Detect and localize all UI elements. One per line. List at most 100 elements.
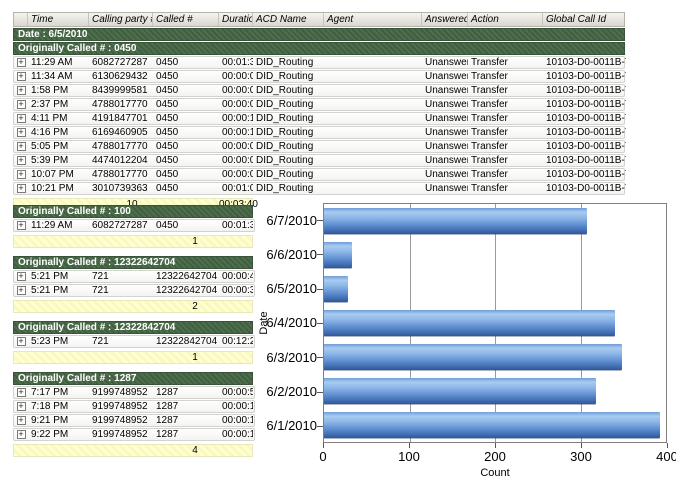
table-row[interactable]: + 4:16 PM 6169460905 0450 00:00:11 DID_R… <box>13 126 625 139</box>
table-row[interactable]: + 5:21 PM 721 12322642704 00:00:43 <box>13 270 255 283</box>
bar-6/6/2010[interactable] <box>324 242 352 268</box>
table-row[interactable]: + 5:05 PM 4788017770 0450 00:00:07 DID_R… <box>13 140 625 153</box>
chart-bars <box>324 204 666 442</box>
cell-duration: 00:00:14 <box>219 415 253 426</box>
cell-duration: 00:00:50 <box>219 387 253 398</box>
cell-acd-name: DID_Routing <box>253 57 324 68</box>
table-row[interactable]: + 9:21 PM 9199748952 1287 00:00:14 <box>13 414 255 427</box>
cell-time: 5:05 PM <box>28 141 89 152</box>
cell-agent <box>324 141 422 152</box>
cell-calling-party: 4474012204 <box>89 155 153 166</box>
cell-action: Transfer <box>468 85 543 96</box>
cell-duration: 00:00:11 <box>219 127 253 138</box>
group-summary-row: 2 <box>13 300 253 313</box>
column-header-duration[interactable]: Duration <box>219 13 253 26</box>
expand-row-icon[interactable]: + <box>17 156 26 165</box>
cell-time: 11:29 AM <box>28 57 89 68</box>
group-summary-row: 4 <box>13 444 253 457</box>
table-row[interactable]: + 10:07 PM 4788017770 0450 00:00:06 DID_… <box>13 168 625 181</box>
expand-row-icon[interactable]: + <box>17 72 26 81</box>
column-header-acd-name[interactable]: ACD Name <box>253 13 324 26</box>
expand-row-icon[interactable]: + <box>17 114 26 123</box>
cell-global-call-id: 10103-D0-0011B-77E <box>543 169 626 180</box>
cell-answered: Unanswered <box>422 155 468 166</box>
table-row[interactable]: + 9:22 PM 9199748952 1287 00:00:11 <box>13 428 255 441</box>
column-header-global-call-id[interactable]: Global Call Id <box>543 13 626 26</box>
originally-called-banner: Originally Called # : 12322842704 <box>13 321 253 334</box>
table-row[interactable]: + 5:21 PM 721 12322642704 00:00:34 <box>13 284 255 297</box>
bar-6/3/2010[interactable] <box>324 344 622 370</box>
table-row[interactable]: + 11:29 AM 6082727287 0450 00:01:35 DID_… <box>13 56 625 69</box>
expand-row-icon[interactable]: + <box>17 402 26 411</box>
cell-agent <box>324 155 422 166</box>
table-row[interactable]: + 7:18 PM 9199748952 1287 00:00:12 <box>13 400 255 413</box>
cell-acd-name: DID_Routing <box>253 113 324 124</box>
table-row[interactable]: + 5:23 PM 721 12322842704 00:12:23 <box>13 335 255 348</box>
cell-action: Transfer <box>468 113 543 124</box>
table-row[interactable]: + 11:34 AM 6130629432 0450 00:00:09 DID_… <box>13 70 625 83</box>
originally-called-banner: Originally Called # : 1287 <box>13 372 253 385</box>
table-row[interactable]: + 11:29 AM 6082727287 0450 00:01:35 <box>13 219 255 232</box>
table-row[interactable]: + 1:58 PM 8439999581 0450 00:00:05 DID_R… <box>13 84 625 97</box>
bar-6/1/2010[interactable] <box>324 412 660 438</box>
cell-called: 0450 <box>153 141 219 152</box>
cell-agent <box>324 85 422 96</box>
bar-6/2/2010[interactable] <box>324 378 596 404</box>
column-header-agent[interactable]: Agent <box>324 13 422 26</box>
expand-row-icon[interactable]: + <box>17 170 26 179</box>
chart-category-labels: 6/7/20106/6/20106/5/20106/4/20106/3/2010… <box>253 203 317 443</box>
cell-called: 0450 <box>153 183 219 194</box>
column-header-action[interactable]: Action <box>468 13 543 26</box>
cell-duration: 00:00:34 <box>219 285 253 296</box>
chart-x-axis-title: Count <box>323 467 667 479</box>
cell-called: 12322642704 <box>153 285 219 296</box>
expand-row-icon[interactable]: + <box>17 100 26 109</box>
expand-row-icon[interactable]: + <box>17 128 26 137</box>
cell-called: 1287 <box>153 429 219 440</box>
expand-row-icon[interactable]: + <box>17 286 26 295</box>
cell-calling-party: 9199748952 <box>89 429 153 440</box>
expand-row-icon[interactable]: + <box>17 221 26 230</box>
expand-row-icon[interactable]: + <box>17 430 26 439</box>
cell-time: 7:18 PM <box>28 401 89 412</box>
date-group-banner: Date : 6/5/2010 <box>13 28 625 41</box>
expand-row-icon[interactable]: + <box>17 86 26 95</box>
cell-answered: Unanswered <box>422 99 468 110</box>
cell-duration: 00:01:35 <box>219 220 253 231</box>
cell-time: 2:37 PM <box>28 99 89 110</box>
cell-called: 12322842704 <box>153 336 219 347</box>
expand-row-icon[interactable]: + <box>17 142 26 151</box>
table-row[interactable]: + 5:39 PM 4474012204 0450 00:00:03 DID_R… <box>13 154 625 167</box>
column-header-time[interactable]: Time <box>28 13 89 26</box>
bar-6/5/2010[interactable] <box>324 276 348 302</box>
cell-calling-party: 4191847701 <box>89 113 153 124</box>
cell-calling-party: 9199748952 <box>89 401 153 412</box>
chart-category-label: 6/2/2010 <box>253 374 317 408</box>
cell-called: 1287 <box>153 415 219 426</box>
chart-category-label: 6/3/2010 <box>253 340 317 374</box>
expand-row-icon[interactable]: + <box>17 388 26 397</box>
cell-calling-party: 721 <box>89 336 153 347</box>
calls-per-date-chart: Date 6/7/20106/6/20106/5/20106/4/20106/3… <box>253 193 676 485</box>
column-header-calling-party[interactable]: Calling party # <box>89 13 153 26</box>
bar-6/7/2010[interactable] <box>324 208 587 234</box>
cell-answered: Unanswered <box>422 57 468 68</box>
cell-duration: 00:00:12 <box>219 401 253 412</box>
table-row[interactable]: + 7:17 PM 9199748952 1287 00:00:50 <box>13 386 255 399</box>
cell-called: 1287 <box>153 401 219 412</box>
expand-row-icon[interactable]: + <box>17 416 26 425</box>
cell-called: 0450 <box>153 155 219 166</box>
expand-row-icon[interactable]: + <box>17 58 26 67</box>
expand-row-icon[interactable]: + <box>17 272 26 281</box>
expand-row-icon[interactable]: + <box>17 337 26 346</box>
expand-row-icon[interactable]: + <box>17 184 26 193</box>
cell-action: Transfer <box>468 57 543 68</box>
column-header-answered[interactable]: Answered <box>422 13 468 26</box>
cell-duration: 00:00:07 <box>219 99 253 110</box>
table-row[interactable]: + 2:37 PM 4788017770 0450 00:00:07 DID_R… <box>13 98 625 111</box>
column-header-called[interactable]: Called # <box>153 13 219 26</box>
cell-agent <box>324 169 422 180</box>
table-row[interactable]: + 4:11 PM 4191847701 0450 00:00:15 DID_R… <box>13 112 625 125</box>
bar-6/4/2010[interactable] <box>324 310 615 336</box>
cell-answered: Unanswered <box>422 127 468 138</box>
